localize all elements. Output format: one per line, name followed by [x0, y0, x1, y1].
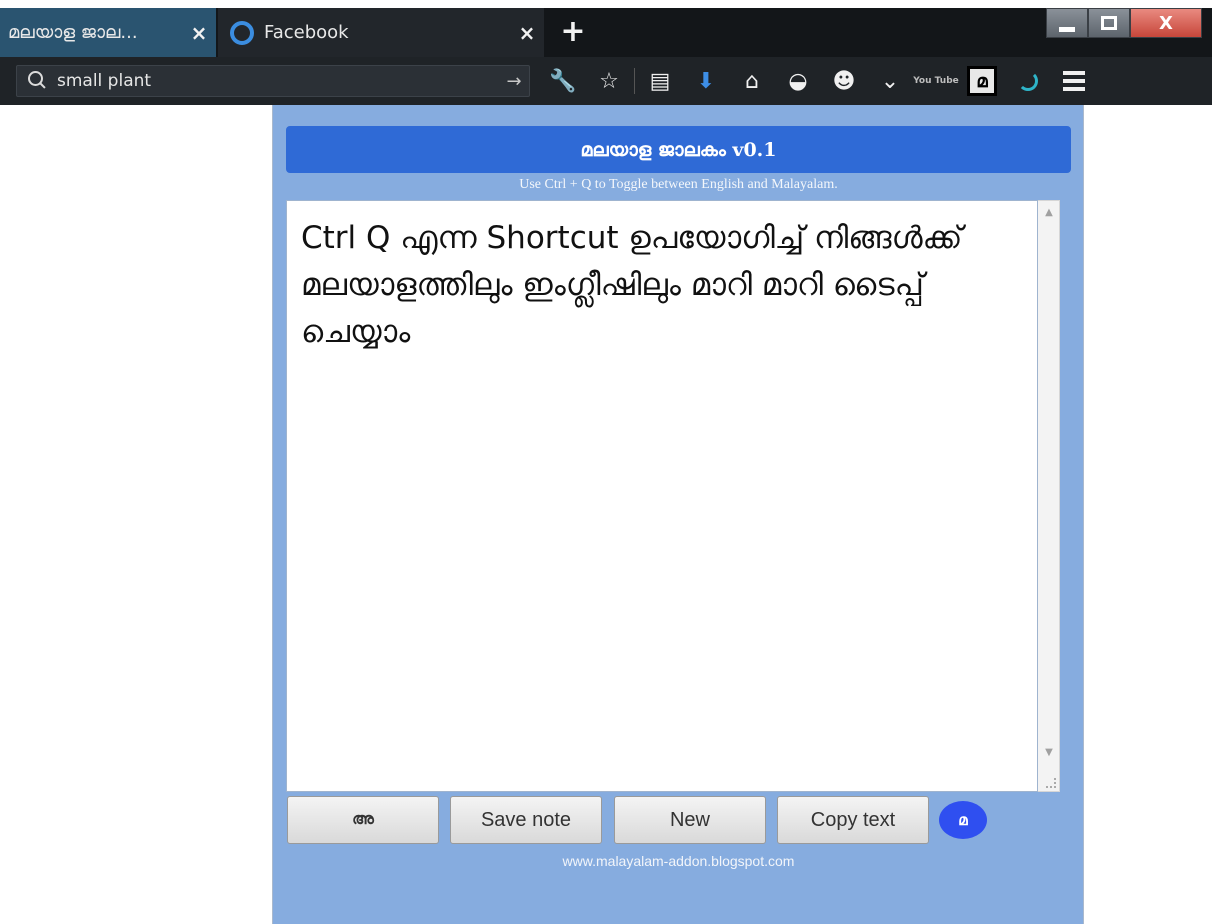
star-icon[interactable]: ☆: [586, 61, 632, 101]
popup-title: മലയാള ജാലകം v0.1: [286, 126, 1071, 173]
malayalam-addon-popup: മലയാള ജാലകം v0.1 Use Ctrl + Q to Toggle …: [272, 105, 1084, 924]
scroll-up-icon[interactable]: ▲: [1038, 203, 1060, 223]
facebook-loading-icon: [230, 20, 254, 45]
popup-button-row: അ Save note New Copy text മ: [287, 796, 1072, 846]
toolbar-separator: [634, 68, 635, 94]
nav-bar: → 🔧 ☆ ▤ ⬇ ⌂ ◒ ☻ ⌄ You Tube മ: [0, 57, 1212, 105]
smiley-icon[interactable]: ☻: [821, 61, 867, 101]
menu-icon[interactable]: [1051, 61, 1097, 101]
tab-label: Facebook: [264, 22, 349, 43]
tab-facebook[interactable]: Facebook ×: [218, 8, 544, 57]
shield-icon[interactable]: ◒: [775, 61, 821, 101]
resize-grip-icon[interactable]: [1046, 778, 1056, 788]
tab-malayalam-jalakam[interactable]: മലയാള ജാല... ×: [0, 8, 216, 57]
scroll-down-icon[interactable]: ▼: [1038, 743, 1060, 763]
malayalam-addon-icon[interactable]: മ: [967, 66, 997, 96]
search-input[interactable]: [57, 71, 499, 91]
maximize-button[interactable]: [1088, 8, 1130, 38]
tab-label: മലയാള ജാല...: [8, 22, 138, 43]
popup-hint: Use Ctrl + Q to Toggle between English a…: [519, 177, 838, 192]
close-window-button[interactable]: X: [1130, 8, 1202, 38]
wrench-icon[interactable]: 🔧: [540, 61, 586, 101]
loading-icon: [1005, 61, 1051, 101]
copy-text-button[interactable]: Copy text: [777, 796, 929, 844]
search-bar[interactable]: →: [16, 65, 530, 97]
save-note-button[interactable]: Save note: [450, 796, 602, 844]
browser-chrome: മലയാള ജാല... × Facebook × + X → 🔧 ☆ ▤ ⬇ …: [0, 8, 1212, 105]
download-icon[interactable]: ⬇: [683, 61, 729, 101]
youtube-icon[interactable]: You Tube: [913, 61, 959, 101]
minimize-icon: [1059, 26, 1075, 32]
go-arrow-icon[interactable]: →: [499, 71, 529, 92]
tab-strip: മലയാള ജാല... × Facebook × + X: [0, 8, 1212, 57]
new-note-button[interactable]: New: [614, 796, 766, 844]
home-icon[interactable]: ⌂: [729, 61, 775, 101]
addon-logo-button[interactable]: മ: [939, 801, 987, 839]
language-toggle-button[interactable]: അ: [287, 796, 439, 844]
maximize-icon: [1101, 16, 1117, 30]
note-editor[interactable]: Ctrl Q എന്ന Shortcut ഉപയോഗിച്ച് നിങ്ങൾക്…: [286, 200, 1038, 792]
window-controls: X: [1046, 8, 1202, 38]
search-icon: [27, 70, 49, 92]
minimize-button[interactable]: [1046, 8, 1088, 38]
editor-scrollbar[interactable]: ▲ ▼: [1038, 200, 1060, 792]
close-tab-icon[interactable]: ×: [182, 21, 216, 45]
toolbar: 🔧 ☆ ▤ ⬇ ⌂ ◒ ☻ ⌄ You Tube മ: [540, 57, 1097, 105]
reading-list-icon[interactable]: ▤: [637, 61, 683, 101]
close-tab-icon[interactable]: ×: [510, 21, 544, 45]
pocket-icon[interactable]: ⌄: [867, 61, 913, 101]
new-tab-button[interactable]: +: [556, 16, 590, 50]
footer-link[interactable]: www.malayalam-addon.blogspot.com: [286, 853, 1071, 869]
